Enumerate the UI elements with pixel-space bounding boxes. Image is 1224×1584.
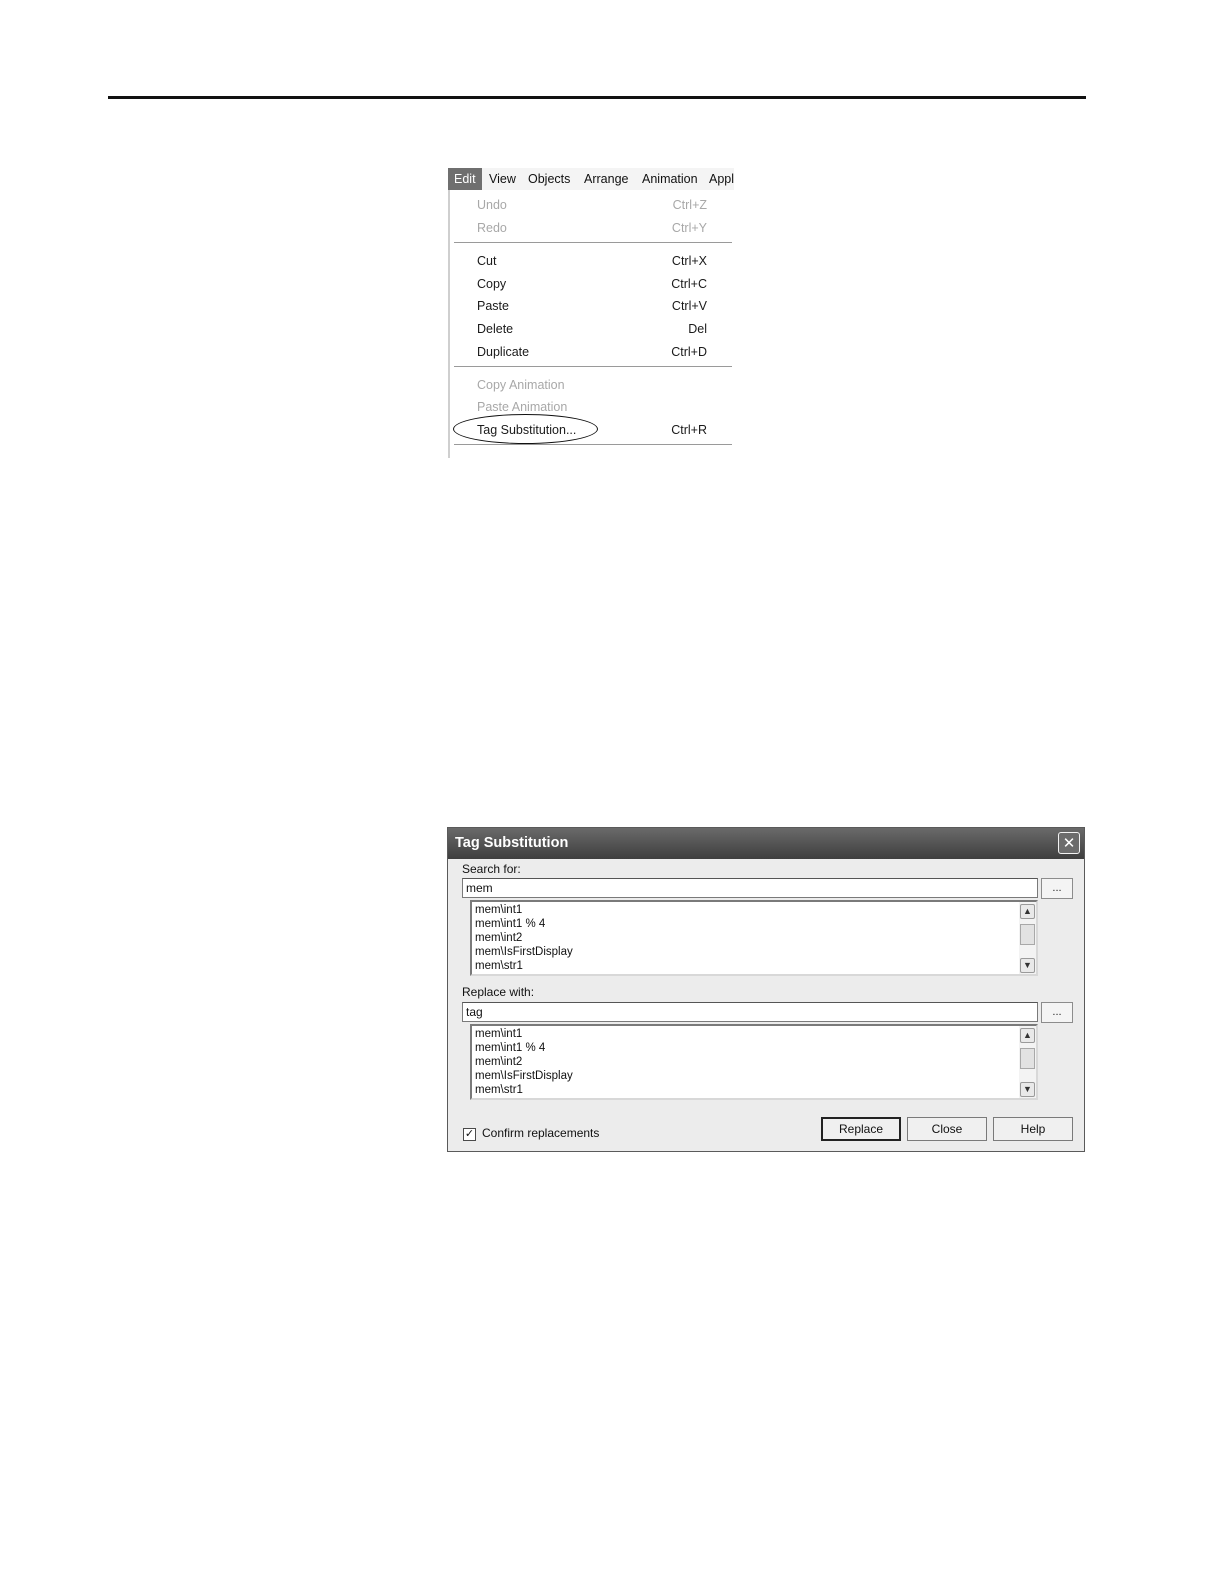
replace-tag-list[interactable]: mem\int1 mem\int1 % 4 mem\int2 mem\IsFir… bbox=[470, 1024, 1038, 1100]
scroll-thumb[interactable] bbox=[1020, 924, 1035, 945]
page-top-rule bbox=[108, 96, 1086, 99]
menu-item-label: Copy bbox=[477, 277, 507, 291]
close-button[interactable]: Close bbox=[907, 1117, 987, 1141]
menu-item-label: Undo bbox=[477, 198, 507, 212]
confirm-replacements-checkbox[interactable]: ✓ bbox=[463, 1128, 476, 1141]
search-tag-list[interactable]: mem\int1 mem\int1 % 4 mem\int2 mem\IsFir… bbox=[470, 900, 1038, 976]
confirm-replacements-label: Confirm replacements bbox=[482, 1126, 600, 1140]
scroll-down-icon[interactable]: ▼ bbox=[1020, 1082, 1035, 1097]
menu-separator bbox=[454, 366, 732, 368]
menu-item-shortcut: Ctrl+Z bbox=[672, 198, 707, 212]
list-item[interactable]: mem\str1 bbox=[475, 959, 523, 973]
menu-item-shortcut: Ctrl+Y bbox=[671, 221, 707, 235]
search-browse-button[interactable]: ... bbox=[1041, 878, 1073, 899]
dialog-titlebar: Tag Substitution ✕ bbox=[448, 828, 1084, 859]
menu-item-paste[interactable]: Paste Ctrl+V bbox=[477, 296, 707, 316]
menu-item-label: Duplicate bbox=[477, 345, 530, 359]
menu-item-shortcut: Ctrl+D bbox=[671, 345, 707, 359]
menu-separator bbox=[454, 242, 732, 244]
replace-browse-button[interactable]: ... bbox=[1041, 1002, 1073, 1023]
menu-item-shortcut: Ctrl+R bbox=[671, 423, 707, 437]
help-button[interactable]: Help bbox=[993, 1117, 1073, 1141]
menu-application[interactable]: Appli bbox=[709, 168, 734, 190]
search-for-label: Search for: bbox=[462, 862, 521, 876]
menu-item-delete[interactable]: Delete Del bbox=[477, 319, 707, 339]
menu-item-redo[interactable]: Redo Ctrl+Y bbox=[477, 218, 707, 238]
menu-animation[interactable]: Animation bbox=[642, 168, 698, 190]
menu-bar: Edit View Objects Arrange Animation Appl… bbox=[448, 168, 734, 190]
tag-substitution-dialog: Tag Substitution ✕ Search for: ... mem\i… bbox=[447, 827, 1085, 1152]
replace-button[interactable]: Replace bbox=[821, 1117, 901, 1141]
menu-item-label: Cut bbox=[477, 254, 497, 268]
search-list-scrollbar[interactable]: ▲ ▼ bbox=[1019, 902, 1036, 974]
scroll-thumb[interactable] bbox=[1020, 1048, 1035, 1069]
scroll-up-icon[interactable]: ▲ bbox=[1020, 1028, 1035, 1043]
menu-objects[interactable]: Objects bbox=[528, 168, 570, 190]
menu-item-label: Redo bbox=[477, 221, 507, 235]
menu-item-duplicate[interactable]: Duplicate Ctrl+D bbox=[477, 342, 707, 362]
close-icon[interactable]: ✕ bbox=[1058, 832, 1080, 854]
menu-item-label: Delete bbox=[477, 322, 514, 336]
replace-with-input[interactable] bbox=[462, 1002, 1038, 1022]
menu-item-shortcut: Ctrl+X bbox=[671, 254, 707, 268]
menu-item-copy-animation[interactable]: Copy Animation bbox=[477, 375, 707, 395]
menu-item-undo[interactable]: Undo Ctrl+Z bbox=[477, 195, 707, 215]
scroll-up-icon[interactable]: ▲ bbox=[1020, 904, 1035, 919]
list-item[interactable]: mem\str1 bbox=[475, 1083, 523, 1097]
menu-item-shortcut: Ctrl+V bbox=[671, 299, 707, 313]
list-item[interactable]: mem\int1 % 4 bbox=[475, 1041, 545, 1055]
list-item[interactable]: mem\int1 bbox=[475, 903, 522, 917]
menu-item-cut[interactable]: Cut Ctrl+X bbox=[477, 251, 707, 271]
menu-separator bbox=[454, 444, 732, 446]
menu-item-shortcut: Ctrl+C bbox=[671, 277, 707, 291]
menu-item-label: Paste bbox=[477, 299, 509, 313]
dialog-title: Tag Substitution bbox=[455, 835, 569, 851]
list-item[interactable]: mem\int2 bbox=[475, 1055, 522, 1069]
scroll-down-icon[interactable]: ▼ bbox=[1020, 958, 1035, 973]
menu-item-label: Copy Animation bbox=[477, 378, 565, 392]
list-item[interactable]: mem\int1 bbox=[475, 1027, 522, 1041]
replace-with-label: Replace with: bbox=[462, 985, 535, 999]
replace-list-scrollbar[interactable]: ▲ ▼ bbox=[1019, 1026, 1036, 1098]
list-item[interactable]: mem\int1 % 4 bbox=[475, 917, 545, 931]
menu-edit[interactable]: Edit bbox=[448, 168, 482, 190]
edit-menu-screenshot: Edit View Objects Arrange Animation Appl… bbox=[448, 168, 734, 458]
search-for-input[interactable] bbox=[462, 878, 1038, 898]
highlight-ellipse-annotation bbox=[453, 414, 598, 444]
menu-item-shortcut: Del bbox=[688, 322, 707, 336]
menu-arrange[interactable]: Arrange bbox=[584, 168, 628, 190]
list-item[interactable]: mem\IsFirstDisplay bbox=[475, 1069, 573, 1083]
menu-left-edge bbox=[448, 190, 450, 458]
list-item[interactable]: mem\int2 bbox=[475, 931, 522, 945]
menu-view[interactable]: View bbox=[489, 168, 516, 190]
menu-item-copy[interactable]: Copy Ctrl+C bbox=[477, 274, 707, 294]
list-item[interactable]: mem\IsFirstDisplay bbox=[475, 945, 573, 959]
